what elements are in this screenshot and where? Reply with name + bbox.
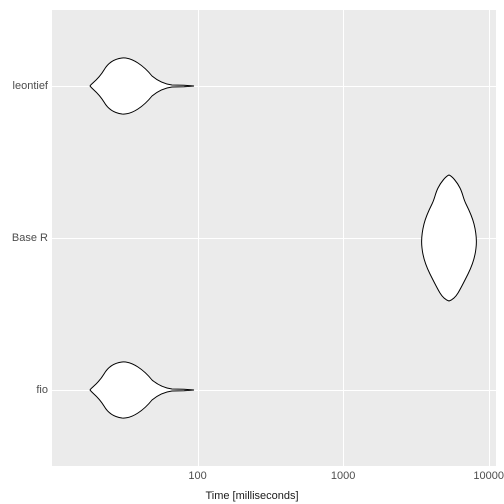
y-tick-leontief: leontief [13, 80, 48, 92]
violin-base-r [52, 10, 496, 466]
y-tick-baser: Base R [12, 232, 48, 244]
x-tick-100: 100 [188, 470, 206, 482]
x-tick-10000: 10000 [473, 470, 504, 482]
violin-chart: leontief Base R fio 100 1000 10000 Time … [0, 0, 504, 504]
x-axis-title: Time [milliseconds] [205, 490, 298, 502]
y-tick-fio: fio [36, 384, 48, 396]
x-tick-1000: 1000 [331, 470, 355, 482]
plot-panel: leontief Base R fio 100 1000 10000 [52, 10, 496, 466]
